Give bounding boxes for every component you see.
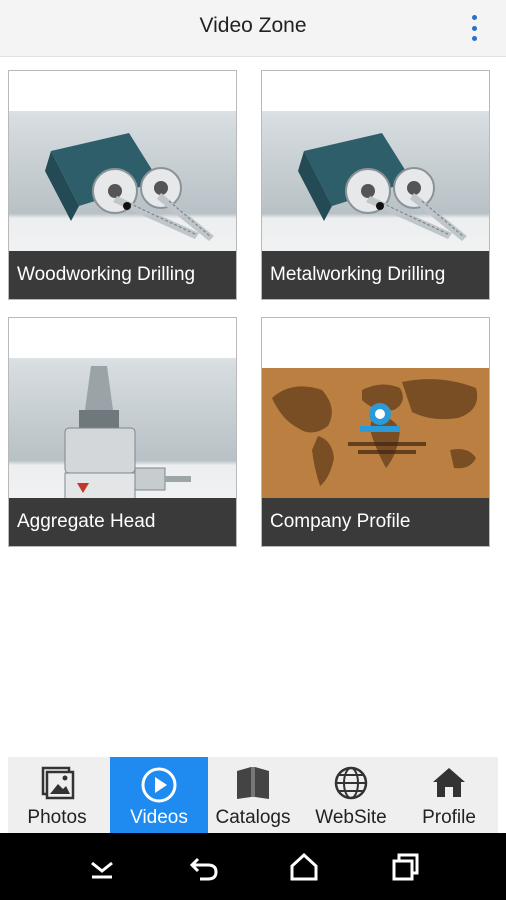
tab-label: Profile [422, 807, 476, 828]
bottom-tab-bar: Photos Videos Catalogs WebSite Profile [8, 757, 498, 833]
recent-apps-icon[interactable] [390, 851, 422, 883]
tab-website[interactable]: WebSite [302, 757, 400, 833]
home-nav-icon[interactable] [288, 851, 320, 883]
video-tile-metalworking-drilling[interactable]: Metalworking Drilling [261, 70, 490, 300]
tab-label: Photos [27, 807, 87, 828]
tab-label: WebSite [315, 807, 387, 828]
tile-caption: Metalworking Drilling [262, 251, 489, 299]
tab-videos[interactable]: Videos [110, 757, 208, 833]
system-navigation-bar [0, 833, 506, 900]
play-circle-icon [139, 765, 179, 810]
video-tile-company-profile[interactable]: Company Profile [261, 317, 490, 547]
tab-label: Videos [130, 807, 188, 828]
video-tile-aggregate-head[interactable]: Aggregate Head [8, 317, 237, 547]
page-title: Video Zone [199, 14, 307, 37]
video-tile-woodworking-drilling[interactable]: Woodworking Drilling [8, 70, 237, 300]
chevron-down-icon[interactable] [86, 851, 118, 883]
tab-profile[interactable]: Profile [400, 757, 498, 833]
back-icon[interactable] [188, 851, 220, 883]
tile-caption: Aggregate Head [9, 498, 236, 546]
tab-catalogs[interactable]: Catalogs [204, 757, 302, 833]
tile-caption: Woodworking Drilling [9, 251, 236, 299]
home-icon [431, 765, 467, 806]
more-vert-icon[interactable] [468, 15, 480, 41]
tile-caption: Company Profile [262, 498, 489, 546]
app-bar: Video Zone [0, 0, 506, 57]
globe-icon [333, 765, 369, 806]
photos-icon [39, 765, 75, 806]
tab-label: Catalogs [215, 807, 291, 828]
book-icon [233, 765, 273, 806]
tab-photos[interactable]: Photos [8, 757, 106, 833]
